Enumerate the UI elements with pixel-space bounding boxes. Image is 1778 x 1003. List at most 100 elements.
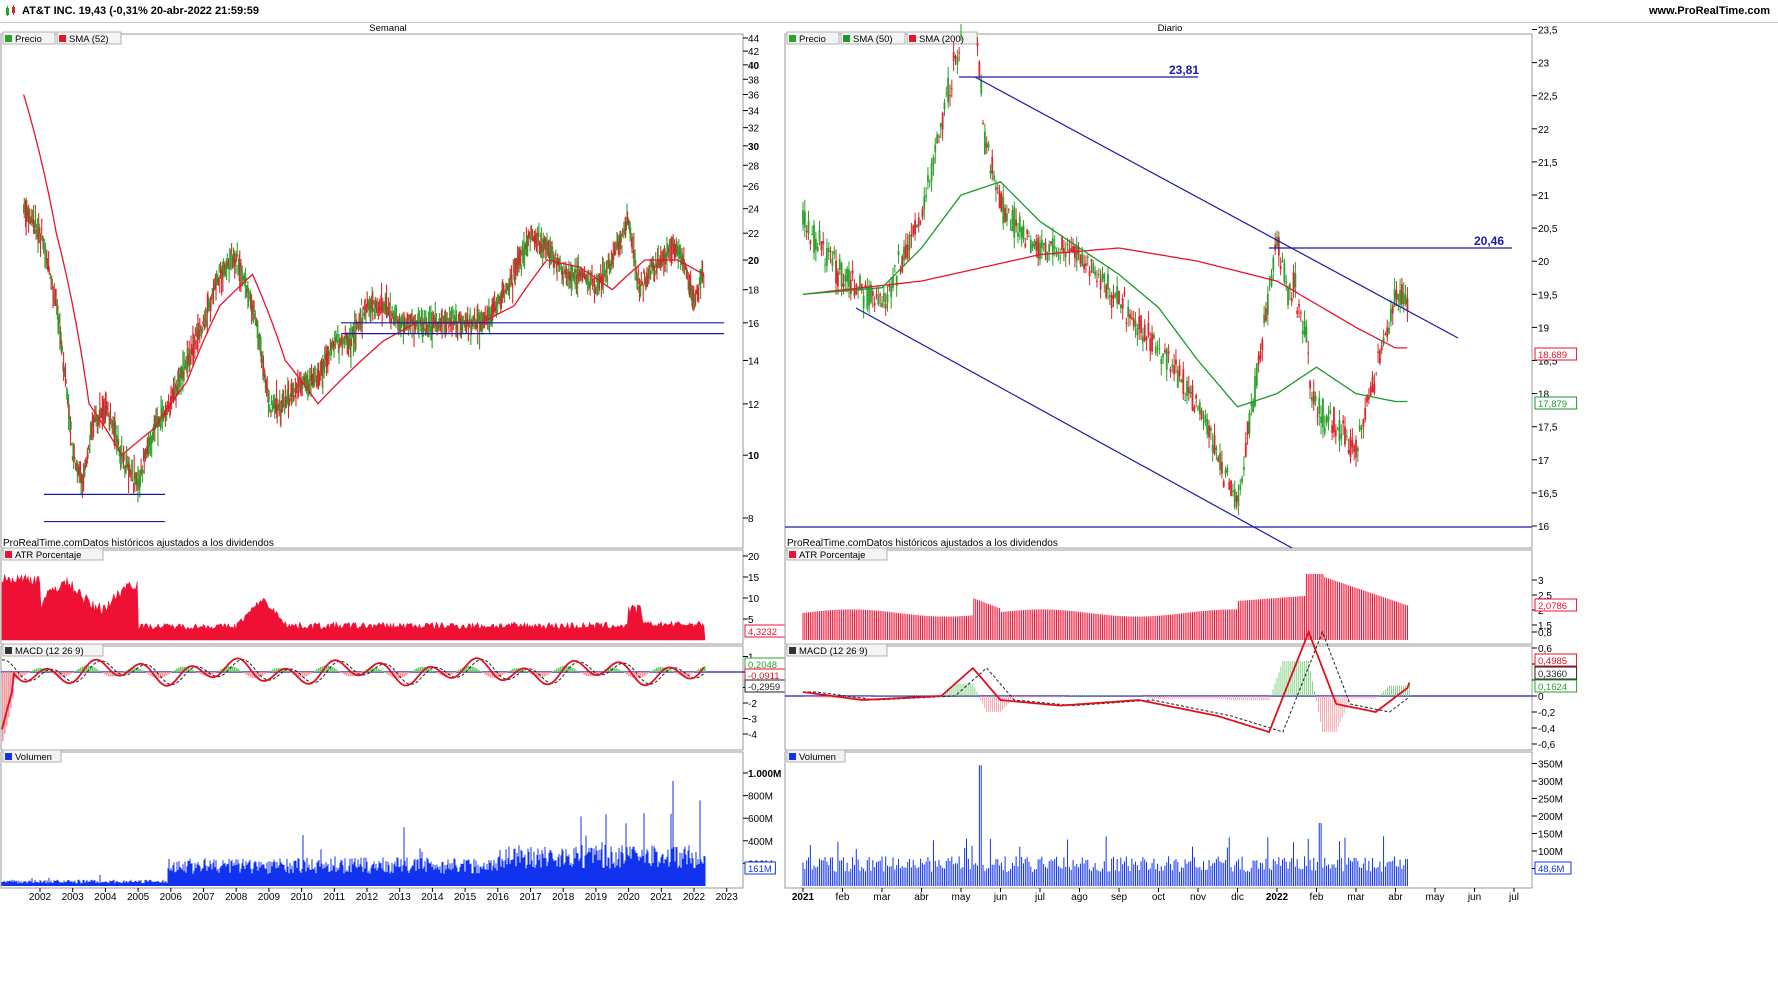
right-candle-body	[898, 251, 900, 255]
left-macd-hist-bar	[24, 672, 26, 675]
left-legend-label-0: Precio	[15, 34, 42, 45]
left-price-tick-label-10: 24	[748, 205, 760, 216]
left-x-tick-label-1: 2003	[62, 892, 85, 903]
left-price-tick-label-5: 34	[748, 107, 760, 118]
left-macd-hist-bar	[550, 672, 552, 673]
right-candle-body	[1015, 219, 1017, 226]
right-atr-tick-label-0: 3	[1538, 576, 1544, 587]
right-candle-body	[1293, 272, 1295, 291]
right-price-tick-label-6: 21,5	[1538, 158, 1558, 169]
right-candle-body	[1017, 233, 1019, 237]
right-candle-body	[907, 245, 909, 259]
right-candle-body	[1039, 243, 1041, 260]
left-macd-hist-bar	[546, 672, 548, 676]
right-x-tick-label-13: feb	[1310, 892, 1324, 903]
left-macd-value-signal: -0,2959	[748, 682, 780, 693]
right-candle-body	[1045, 242, 1047, 252]
left-price-tick-label-17: 10	[748, 451, 760, 462]
right-candle-body	[1283, 264, 1285, 283]
right-candle-body	[1103, 273, 1105, 281]
right-legend-swatch-0	[789, 35, 796, 42]
right-macd-tick-label-6: -0,4	[1538, 724, 1556, 735]
left-macd-hist-bar	[554, 670, 556, 672]
right-candle-body	[1315, 396, 1317, 401]
right-candle-body	[1140, 316, 1142, 334]
left-macd-hist-bar	[234, 667, 236, 672]
left-price-panel: PrecioSMA (52)	[1, 32, 743, 548]
right-candle-body	[1252, 402, 1254, 412]
right-candle-body	[1028, 236, 1030, 237]
left-volume-legend-label-0: Volumen	[15, 752, 52, 763]
right-candle-body	[1386, 327, 1388, 337]
title-bar: AT&T INC. 19,43 (-0,31% 20-abr-2022 21:5…	[0, 0, 1778, 23]
right-candle-body	[1125, 322, 1127, 323]
left-price-tick-label-12: 20	[748, 256, 760, 267]
left-volume-tick-label-3: 400M	[748, 837, 773, 848]
right-candle-body	[819, 230, 821, 241]
right-candle-body	[1280, 266, 1282, 269]
right-candle-body	[1377, 352, 1379, 353]
right-candle-body	[1339, 420, 1341, 441]
right-candle-body	[953, 52, 955, 61]
right-candle-body	[1346, 436, 1348, 437]
left-macd-hist-bar	[580, 672, 582, 673]
left-macd-hist-bar	[458, 670, 460, 672]
right-candle-body	[839, 259, 841, 270]
right-candle-body	[1206, 419, 1208, 434]
left-macd-hist-bar	[376, 668, 378, 672]
left-macd-hist-bar	[404, 672, 406, 676]
charts-svg[interactable]: SemanalPrecioSMA (52)ProRealTime.comDato…	[0, 22, 1778, 1000]
left-macd-hist-bar	[696, 670, 698, 672]
right-x-tick-label-2: mar	[873, 892, 891, 903]
right-candle-body	[1348, 450, 1350, 453]
right-candle-body	[1035, 241, 1037, 251]
right-candle-body	[1032, 244, 1034, 249]
left-macd-hist-bar	[524, 670, 526, 672]
right-candle-body	[1008, 209, 1010, 210]
right-candle-body	[1092, 263, 1094, 273]
right-macd-legend-swatch-0	[789, 647, 796, 654]
left-volume-legend-swatch-0	[5, 753, 12, 760]
right-candle-body	[1287, 287, 1289, 305]
left-macd-legend-swatch-0	[5, 647, 12, 654]
left-macd-hist-bar	[616, 668, 618, 672]
right-candle-body	[1390, 309, 1392, 321]
right-candle-body	[1361, 427, 1363, 429]
right-candle-body	[1407, 298, 1409, 311]
right-candle-body	[1109, 295, 1111, 297]
left-macd-hist-bar	[102, 672, 104, 673]
right-price-tick-label-8: 20,5	[1538, 224, 1558, 235]
right-candle-body	[1351, 440, 1353, 448]
left-macd-hist-bar	[584, 672, 586, 675]
right-candle-body	[1179, 365, 1181, 376]
left-macd-tick-label-4: -3	[748, 715, 757, 726]
left-macd-hist-bar	[556, 669, 558, 672]
left-macd-hist-bar	[346, 672, 348, 676]
right-candle-body	[1057, 255, 1059, 256]
right-x-tick-label-5: jun	[993, 892, 1007, 903]
left-x-tick-label-12: 2014	[421, 892, 444, 903]
right-price-tick-label-3: 23	[1538, 59, 1550, 70]
site-link[interactable]: www.ProRealTime.com	[1649, 5, 1770, 17]
left-macd-hist-bar	[432, 671, 434, 672]
left-macd-hist-bar	[48, 671, 50, 672]
left-price-tick-label-1: 42	[748, 47, 760, 58]
right-candle-body	[1094, 271, 1096, 275]
left-macd-hist-bar	[34, 669, 36, 672]
right-candle-body	[958, 52, 960, 53]
left-macd-hist-bar	[408, 672, 410, 674]
left-macd-hist-bar	[438, 672, 440, 674]
left-macd-hist-bar	[698, 669, 700, 672]
left-macd-hist-bar	[674, 672, 676, 673]
left-macd-hist-bar	[270, 671, 272, 672]
left-price-tick-label-13: 18	[748, 286, 760, 297]
left-macd-panel-frame	[1, 646, 743, 750]
left-macd-hist-bar	[22, 672, 24, 676]
right-candle-body	[912, 226, 914, 235]
right-atr-panel: ATR Porcentaje	[785, 548, 1532, 644]
right-macd-value-hist: 0,1624	[1538, 682, 1567, 693]
left-macd-hist-bar	[542, 672, 544, 677]
right-candle-body	[1355, 440, 1357, 458]
left-atr-tick-label-0: 20	[748, 552, 760, 563]
right-candle-body	[1144, 325, 1146, 341]
